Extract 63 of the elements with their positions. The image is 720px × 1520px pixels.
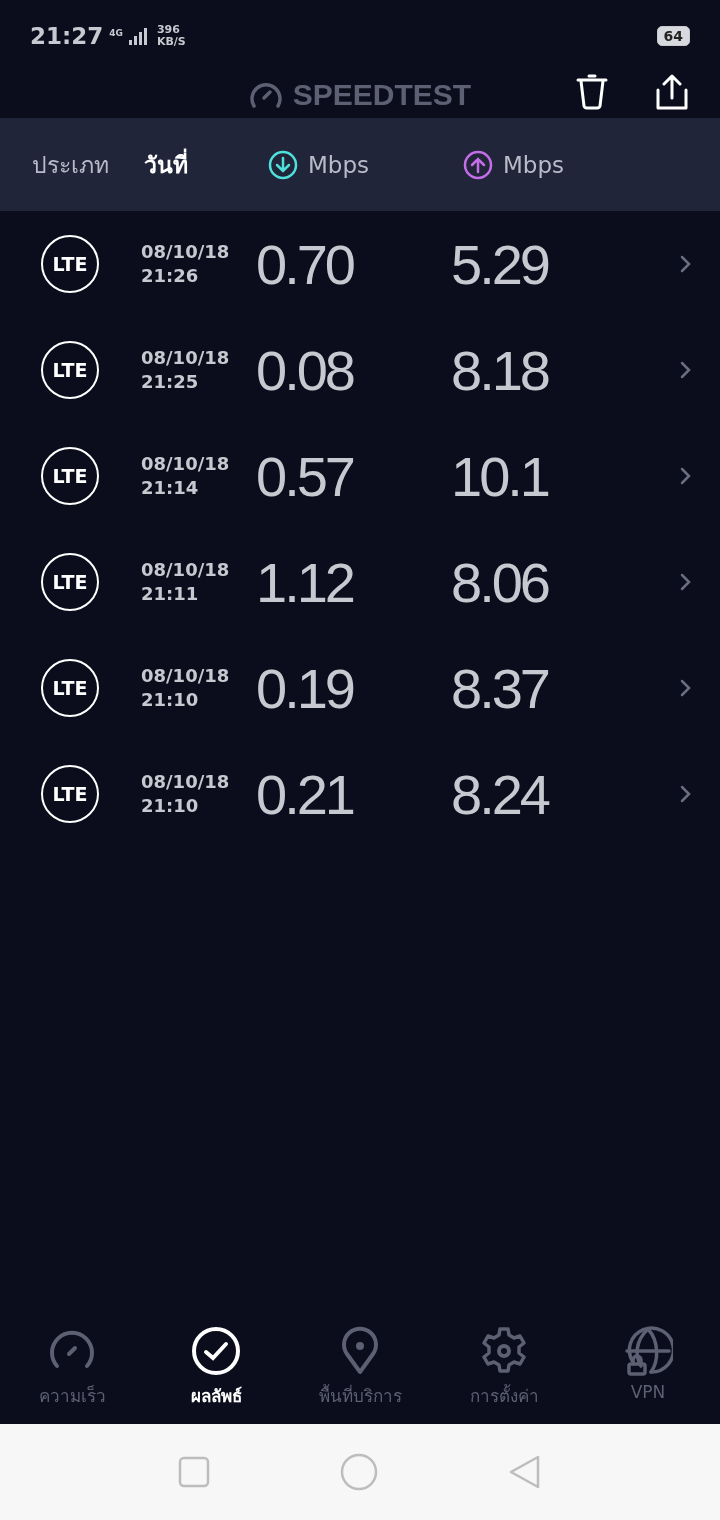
result-time: 21:10 [141, 688, 200, 712]
connection-type-badge: LTE [41, 553, 99, 611]
network-type: 4G [109, 28, 123, 38]
connection-type-badge: LTE [41, 447, 99, 505]
share-icon [655, 74, 689, 110]
download-speed: 0.57 [256, 443, 354, 509]
download-speed: 0.19 [256, 655, 355, 721]
upload-speed: 8.18 [451, 337, 550, 403]
network-speed: 396 [156, 24, 181, 36]
result-time: 21:14 [141, 476, 200, 500]
upload-icon [463, 149, 493, 180]
delete-button[interactable] [574, 72, 610, 112]
open-result-button[interactable] [678, 572, 692, 592]
download-speed: 0.21 [256, 761, 355, 827]
globe-lock-icon [623, 1326, 673, 1376]
gauge-icon [248, 81, 283, 109]
open-result-button[interactable] [678, 784, 692, 804]
upload-speed: 8.37 [451, 655, 549, 721]
connection-type-badge: LTE [41, 765, 99, 823]
column-header[interactable]: Mbps [463, 149, 643, 180]
column-header[interactable]: วันที่ [144, 146, 260, 183]
chevron-right-icon [678, 678, 692, 698]
open-result-button[interactable] [678, 254, 692, 274]
result-time: 21:10 [141, 794, 200, 818]
download-speed: 0.70 [256, 231, 355, 297]
open-result-button[interactable] [678, 360, 692, 380]
result-time: 21:25 [141, 370, 200, 394]
chevron-right-icon [678, 360, 692, 380]
chevron-right-icon [678, 572, 692, 592]
connection-type-badge: LTE [41, 341, 99, 399]
status-time: 21:27 [30, 23, 104, 49]
app-title: SPEEDTEST [292, 78, 472, 112]
chevron-right-icon [678, 254, 692, 274]
chevron-right-icon [678, 784, 692, 804]
download-icon [268, 149, 298, 180]
result-date: 08/10/18 [141, 770, 231, 794]
nav-tab[interactable]: ผลลัพธ์ [144, 1320, 288, 1424]
connection-type-badge: LTE [41, 659, 99, 717]
upload-speed: 8.06 [451, 549, 550, 615]
connection-type-badge: LTE [41, 235, 99, 293]
chevron-right-icon [678, 466, 692, 486]
share-button[interactable] [654, 72, 690, 112]
open-result-button[interactable] [678, 466, 692, 486]
result-date: 08/10/18 [141, 346, 231, 370]
speed-unit: KB/S [156, 36, 186, 48]
check-circle-icon [191, 1326, 241, 1376]
upload-speed: 5.29 [451, 231, 550, 297]
settings-icon [479, 1326, 529, 1376]
upload-speed: 10.1 [451, 443, 550, 509]
upload-speed: 8.24 [451, 761, 550, 827]
result-date: 08/10/18 [141, 240, 231, 264]
download-speed: 0.08 [256, 337, 355, 403]
result-date: 08/10/18 [141, 452, 231, 476]
column-header[interactable]: Mbps [268, 149, 448, 180]
result-date: 08/10/18 [141, 558, 231, 582]
column-header[interactable]: ประเภท [32, 146, 140, 183]
result-date: 08/10/18 [141, 664, 231, 688]
open-result-button[interactable] [678, 678, 692, 698]
download-speed: 1.12 [256, 549, 354, 615]
trash-icon [576, 74, 608, 110]
battery-indicator: 64 [656, 26, 690, 46]
result-time: 21:26 [141, 264, 200, 288]
result-time: 21:11 [141, 582, 200, 606]
